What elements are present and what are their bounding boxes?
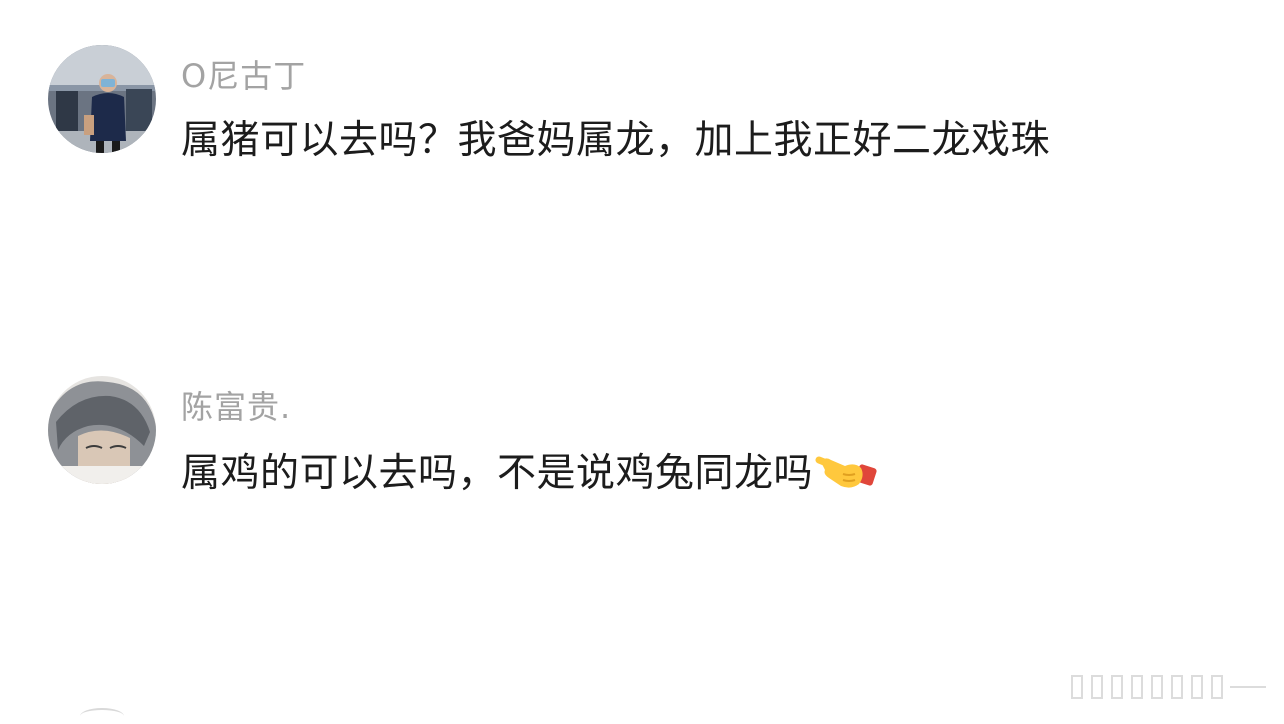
comment-text: 属鸡的可以去吗，不是说鸡兔同龙吗 (181, 442, 877, 502)
comment-text: 属猪可以去吗？我爸妈属龙，加上我正好二龙戏珠 (181, 118, 1051, 163)
avatar[interactable] (48, 45, 156, 153)
avatar[interactable] (48, 376, 156, 484)
avatar-partial (80, 708, 124, 724)
username[interactable]: O尼古丁 (181, 51, 306, 97)
comment-item: 陈富贵. 属鸡的可以去吗，不是说鸡兔同龙吗 (48, 376, 1188, 496)
user-photo-gray-hair-icon (48, 376, 156, 484)
watermark-icon (1071, 675, 1266, 699)
user-photo-airport-icon (48, 45, 156, 153)
comment-text-content: 属鸡的可以去吗，不是说鸡兔同龙吗 (181, 451, 814, 496)
comment-item: O尼古丁 属猪可以去吗？我爸妈属龙，加上我正好二龙戏珠 (48, 45, 1188, 165)
username[interactable]: 陈富贵. (181, 382, 291, 428)
backhand-index-pointing-left-icon (815, 452, 877, 502)
